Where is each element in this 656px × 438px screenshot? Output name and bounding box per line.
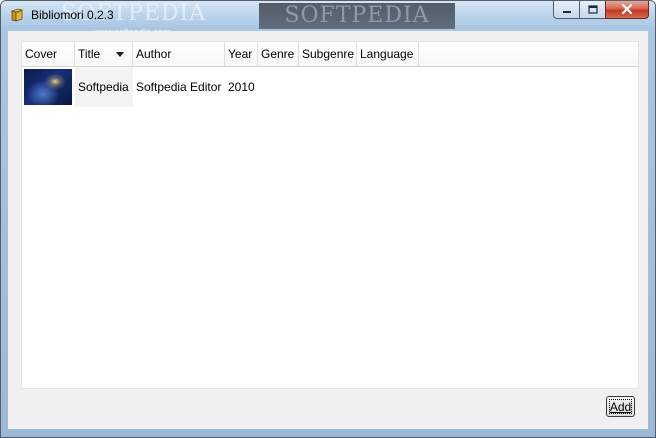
subgenre-cell[interactable] — [299, 67, 357, 107]
books-table[interactable]: Cover Title Author Year Genre Subgenre L… — [21, 41, 639, 389]
column-header-author[interactable]: Author — [133, 42, 225, 66]
title-bar[interactable]: SOFTPEDIA www.softpedia.com SOFTPEDIA Bi… — [1, 1, 655, 37]
column-label: Genre — [261, 47, 295, 61]
column-label: Author — [136, 47, 172, 61]
column-header-language[interactable]: Language — [357, 42, 419, 66]
maximize-icon — [587, 3, 598, 17]
column-header-subgenre[interactable]: Subgenre — [299, 42, 357, 66]
title-cell[interactable]: Softpedia — [75, 67, 133, 107]
column-header-genre[interactable]: Genre — [258, 42, 299, 66]
sort-descending-icon — [116, 52, 124, 57]
table-header: Cover Title Author Year Genre Subgenre L… — [22, 42, 638, 67]
column-label: Title — [78, 47, 101, 61]
column-header-title[interactable]: Title — [75, 42, 133, 66]
client-area: Cover Title Author Year Genre Subgenre L… — [8, 31, 648, 429]
cover-cell[interactable] — [22, 67, 75, 107]
column-label: Year — [228, 47, 253, 61]
language-cell[interactable] — [357, 67, 419, 107]
add-button-label: Add — [609, 399, 632, 414]
maximize-button[interactable] — [579, 1, 605, 19]
book-icon[interactable] — [9, 7, 25, 23]
minimize-button[interactable] — [553, 1, 579, 19]
column-label: Cover — [25, 47, 58, 61]
column-header-cover[interactable]: Cover — [22, 42, 75, 66]
genre-cell[interactable] — [258, 67, 299, 107]
column-label: Subgenre — [302, 47, 355, 61]
column-label: Language — [360, 47, 414, 61]
app-window: SOFTPEDIA www.softpedia.com SOFTPEDIA Bi… — [0, 0, 656, 438]
table-row[interactable]: Softpedia Softpedia Editor 2010 — [22, 67, 638, 107]
window-controls — [553, 1, 649, 21]
column-header-year[interactable]: Year — [225, 42, 258, 66]
minimize-icon — [562, 3, 572, 17]
add-button[interactable]: Add — [606, 396, 635, 417]
close-button[interactable] — [605, 1, 649, 19]
year-cell[interactable]: 2010 — [225, 67, 258, 107]
watermark-banner: SOFTPEDIA — [259, 3, 455, 29]
author-cell[interactable]: Softpedia Editor — [133, 67, 225, 107]
cover-image — [24, 69, 72, 105]
close-icon — [621, 3, 633, 17]
window-title: Bibliomori 0.2.3 — [31, 8, 114, 22]
